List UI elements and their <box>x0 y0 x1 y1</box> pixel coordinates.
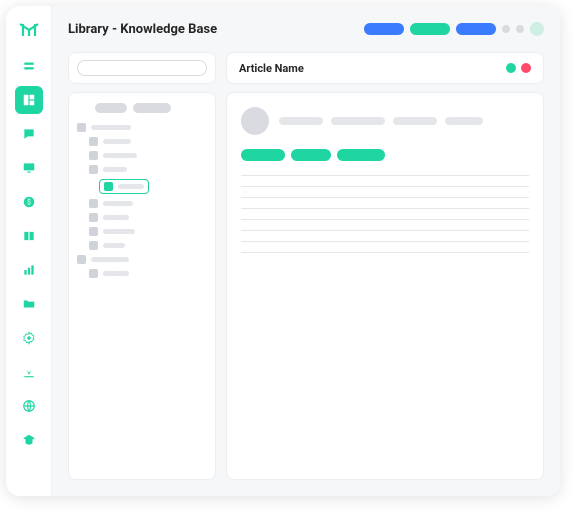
tree-card <box>68 92 216 480</box>
tree-node[interactable] <box>77 123 207 132</box>
right-column: Article Name <box>226 52 544 480</box>
tree-node[interactable] <box>89 199 207 208</box>
nav-download-icon[interactable] <box>15 358 43 386</box>
top-dot-1[interactable] <box>502 25 510 33</box>
tree-node[interactable] <box>89 213 207 222</box>
status-dot-green[interactable] <box>506 63 516 73</box>
top-actions <box>364 22 544 36</box>
tree-node[interactable] <box>77 255 207 264</box>
nav-monitor-icon[interactable] <box>15 154 43 182</box>
top-action-pill-2[interactable] <box>410 23 450 35</box>
nav-files-icon[interactable] <box>15 290 43 318</box>
page-title: Library - Knowledge Base <box>68 22 217 37</box>
svg-text:$: $ <box>27 198 31 206</box>
meta-pill <box>331 117 385 125</box>
user-avatar-icon[interactable] <box>530 22 544 36</box>
meta-pill <box>445 117 483 125</box>
article-body <box>226 92 544 480</box>
app-window: $ Library - Knowledge Base <box>6 6 560 496</box>
meta-pill <box>393 117 437 125</box>
tree-node[interactable] <box>89 269 207 278</box>
article-name-label: Article Name <box>239 62 304 75</box>
nav-library-icon[interactable] <box>15 86 43 114</box>
tree-node-selected[interactable] <box>99 179 207 194</box>
author-row <box>241 107 529 135</box>
status-indicators <box>506 63 531 73</box>
tree-node[interactable] <box>89 227 207 236</box>
tag-pill[interactable] <box>337 149 385 161</box>
tree-node[interactable] <box>89 165 207 174</box>
nav-chat-icon[interactable] <box>15 120 43 148</box>
nav-home-icon[interactable] <box>15 52 43 80</box>
tree-tab-1[interactable] <box>95 103 127 113</box>
tags-row <box>241 149 529 161</box>
top-action-pill-1[interactable] <box>364 23 404 35</box>
nav-billing-icon[interactable]: $ <box>15 188 43 216</box>
nav-settings-icon[interactable] <box>15 324 43 352</box>
nav-docs-icon[interactable] <box>15 222 43 250</box>
nav-education-icon[interactable] <box>15 426 43 454</box>
search-card <box>68 52 216 84</box>
status-dot-red[interactable] <box>521 63 531 73</box>
tree-tab-2[interactable] <box>133 103 171 113</box>
tree-node[interactable] <box>89 151 207 160</box>
article-tree <box>77 123 207 278</box>
nav-globe-icon[interactable] <box>15 392 43 420</box>
tree-tabs <box>77 103 207 113</box>
meta-pills <box>279 117 483 125</box>
top-action-pill-3[interactable] <box>456 23 496 35</box>
tag-pill[interactable] <box>291 149 331 161</box>
tree-node[interactable] <box>89 241 207 250</box>
tag-pill[interactable] <box>241 149 285 161</box>
top-bar: Library - Knowledge Base <box>52 6 560 52</box>
app-logo <box>17 16 41 40</box>
search-input[interactable] <box>77 60 207 76</box>
article-header: Article Name <box>226 52 544 84</box>
meta-pill <box>279 117 323 125</box>
article-content-placeholder <box>241 175 529 253</box>
main-area: Library - Knowledge Base <box>52 6 560 496</box>
left-column <box>68 52 216 480</box>
nav-analytics-icon[interactable] <box>15 256 43 284</box>
author-avatar-icon <box>241 107 269 135</box>
tree-node[interactable] <box>89 137 207 146</box>
panels: Article Name <box>52 52 560 496</box>
top-dot-2[interactable] <box>516 25 524 33</box>
nav-rail: $ <box>6 6 52 496</box>
